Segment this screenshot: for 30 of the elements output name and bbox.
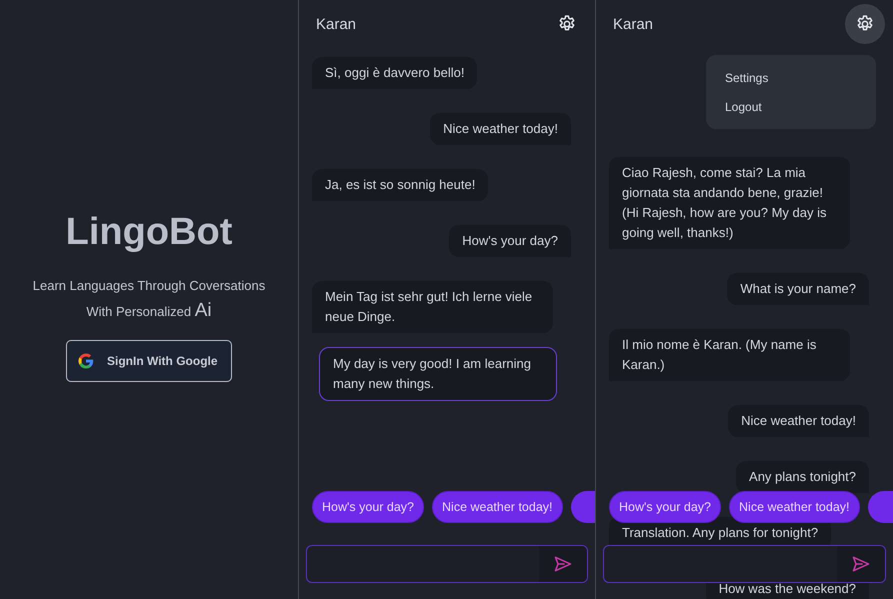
translation-bubble: My day is very good! I am learning many new things.	[319, 347, 557, 401]
send-icon	[851, 554, 871, 574]
google-icon	[77, 352, 95, 370]
message-input[interactable]	[603, 545, 886, 583]
suggestion-chip[interactable]: Nice weather today!	[432, 491, 562, 523]
menu-item[interactable]: Logout	[706, 92, 876, 121]
message-bubble: Mein Tag ist sehr gut! Ich lerne viele neue Dinge.	[312, 281, 553, 333]
send-icon	[553, 554, 573, 574]
send-button[interactable]	[837, 546, 885, 582]
message-bubble: Sì, oggi è davvero bello!	[312, 57, 478, 89]
message-bubble: Any plans tonight?	[736, 461, 869, 493]
contact-name: Karan	[613, 16, 654, 32]
message-bubble: Ja, es ist so sonnig heute!	[312, 169, 488, 201]
send-button[interactable]	[539, 546, 587, 582]
app-title: LingoBot	[66, 210, 232, 255]
message-input[interactable]	[306, 545, 588, 583]
message-bubble: Il mio nome è Karan. (My name is Karan.)	[609, 329, 850, 381]
message-bubble: How's your day?	[449, 225, 571, 257]
menu-item[interactable]: Settings	[706, 63, 876, 92]
suggestion-chip[interactable]: How's your day?	[312, 491, 424, 523]
suggestion-chip[interactable]: Nice weather today!	[729, 491, 860, 523]
suggestion-chip[interactable]: How's your day?	[609, 491, 722, 523]
message-bubble: Nice weather today!	[430, 113, 571, 145]
google-signin-button[interactable]: SignIn With Google	[66, 340, 232, 382]
message-bubble: Nice weather today!	[728, 405, 869, 437]
settings-button[interactable]	[845, 4, 885, 44]
contact-name: Karan	[316, 16, 356, 32]
message-bubble: Ciao Rajesh, come stai? La mia giornata sta andando bene, grazie! (Hi Rajesh, how are you? My day is going well, thanks!)	[609, 157, 850, 249]
message-bubble: What is your name?	[727, 273, 869, 305]
tagline: Learn Languages Through Coversations With Personalized Ai	[32, 277, 266, 323]
